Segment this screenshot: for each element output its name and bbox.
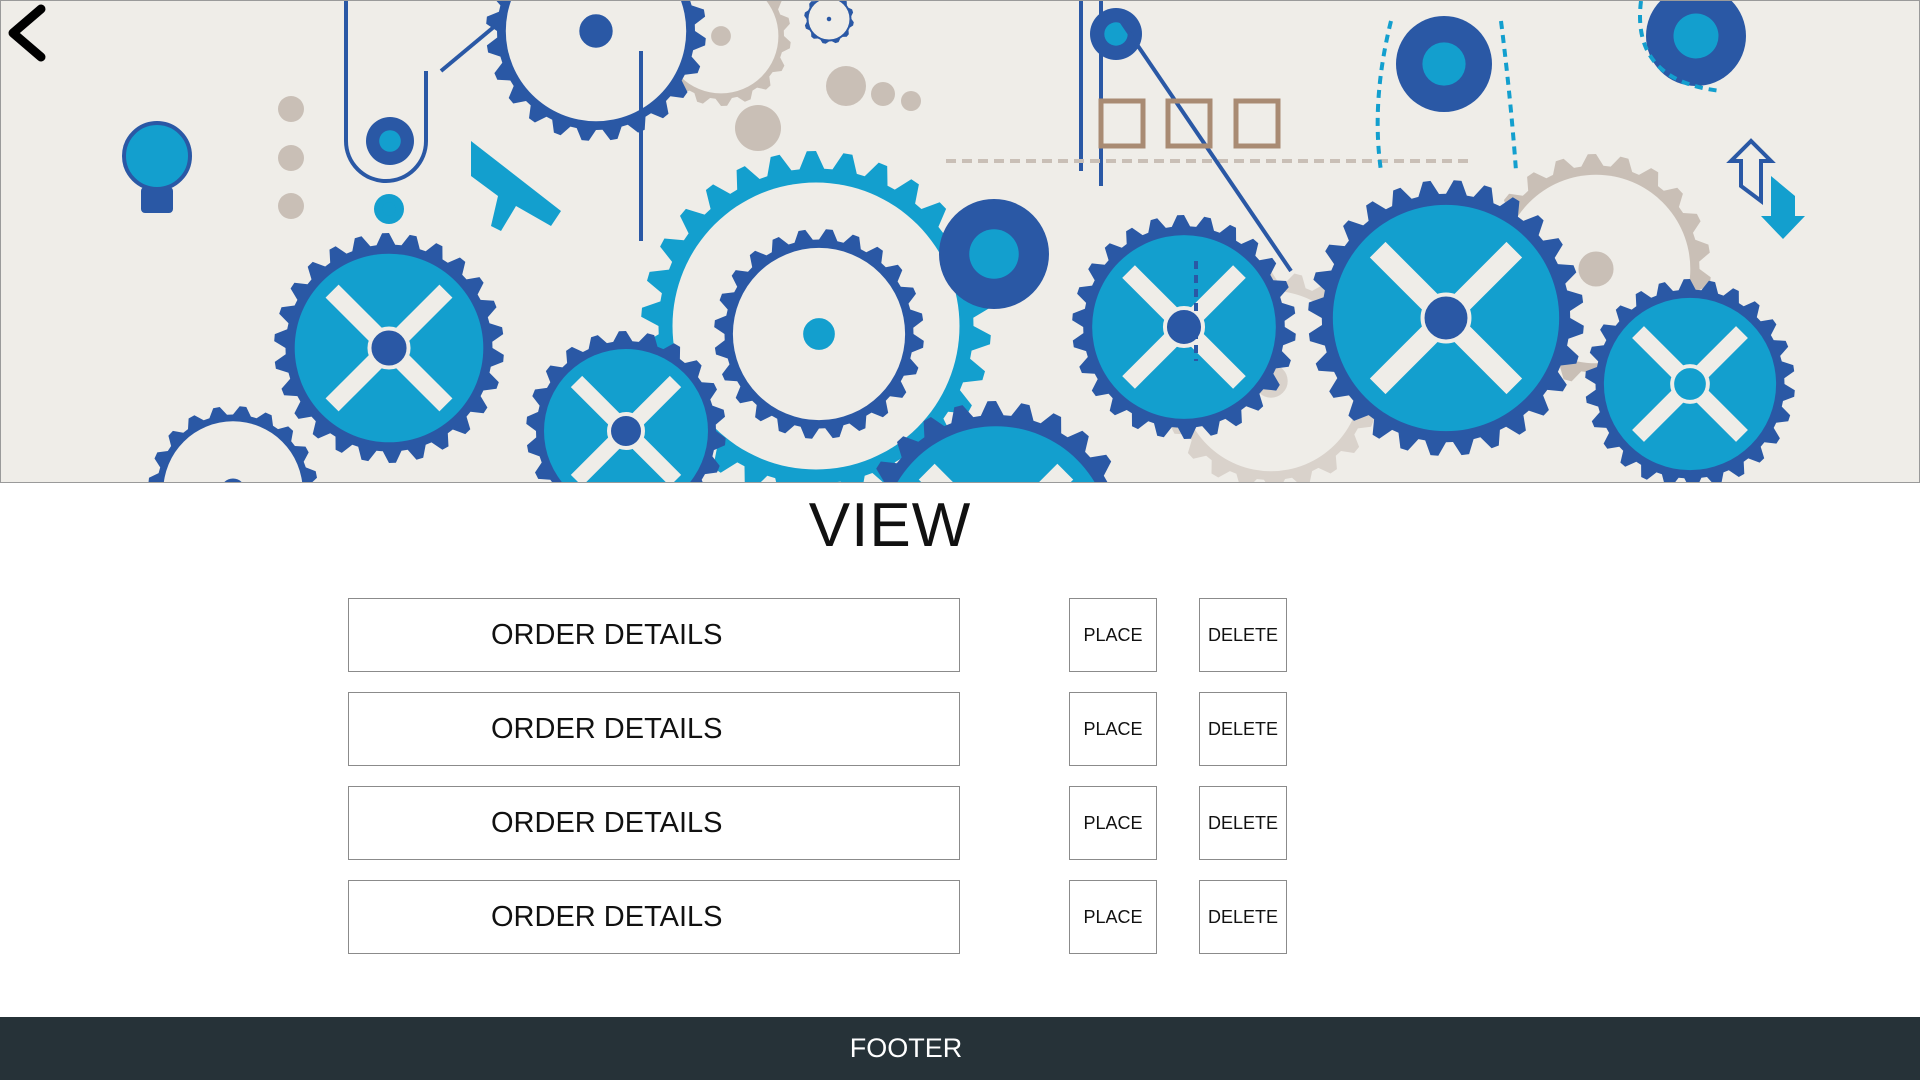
delete-button[interactable]: DELETE <box>1199 880 1287 954</box>
orders-list: ORDER DETAILS PLACE DELETE ORDER DETAILS… <box>0 0 1920 1080</box>
place-button[interactable]: PLACE <box>1069 598 1157 672</box>
order-details-field[interactable]: ORDER DETAILS <box>348 786 960 860</box>
order-row: ORDER DETAILS PLACE DELETE <box>0 598 1920 672</box>
order-details-field[interactable]: ORDER DETAILS <box>348 880 960 954</box>
order-details-label: ORDER DETAILS <box>491 901 723 933</box>
order-details-field[interactable]: ORDER DETAILS <box>348 598 960 672</box>
delete-button[interactable]: DELETE <box>1199 598 1287 672</box>
order-details-field[interactable]: ORDER DETAILS <box>348 692 960 766</box>
delete-button[interactable]: DELETE <box>1199 786 1287 860</box>
order-row: ORDER DETAILS PLACE DELETE <box>0 880 1920 954</box>
order-details-label: ORDER DETAILS <box>491 807 723 839</box>
footer-label: FOOTER <box>849 1033 963 1063</box>
place-button[interactable]: PLACE <box>1069 880 1157 954</box>
order-row: ORDER DETAILS PLACE DELETE <box>0 692 1920 766</box>
order-details-label: ORDER DETAILS <box>491 713 723 745</box>
place-button[interactable]: PLACE <box>1069 692 1157 766</box>
page: VIEW ORDER DETAILS PLACE DELETE ORDER DE… <box>0 0 1920 1080</box>
order-details-label: ORDER DETAILS <box>491 619 723 651</box>
delete-button[interactable]: DELETE <box>1199 692 1287 766</box>
footer: FOOTER <box>0 1017 1920 1080</box>
order-row: ORDER DETAILS PLACE DELETE <box>0 786 1920 860</box>
place-button[interactable]: PLACE <box>1069 786 1157 860</box>
